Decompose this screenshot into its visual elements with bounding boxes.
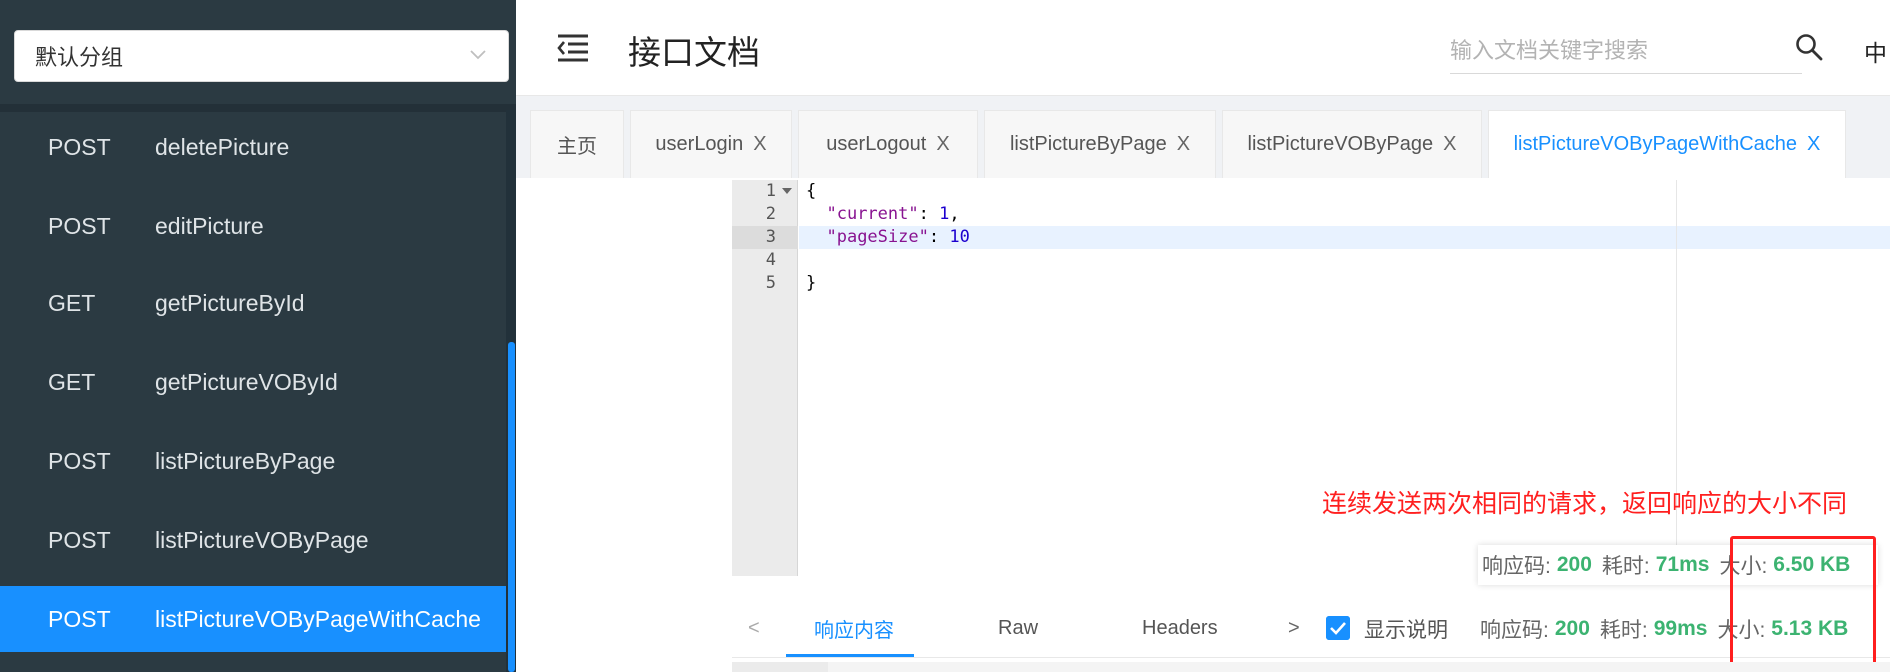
sidebar-item-editPicture[interactable]: POST editPicture [0,193,506,259]
sidebar-item-getPictureById[interactable]: GET getPictureById [0,270,506,336]
search-icon[interactable] [1794,32,1824,62]
tab-userLogout[interactable]: userLogout X [798,110,978,178]
close-icon[interactable]: X [936,133,949,156]
sidebar-scrollbar-thumb[interactable] [508,342,515,672]
show-description-checkbox[interactable] [1326,616,1350,640]
elapsed-time: 71ms [1655,553,1710,576]
http-method: POST [48,447,111,474]
tab-raw[interactable]: Raw [998,598,1038,658]
close-icon[interactable]: X [1443,133,1456,156]
tab-label: listPictureByPage [1009,133,1167,155]
code-line: } [806,273,817,293]
fold-arrow-icon [782,188,792,194]
line-number: 5 [765,273,776,293]
show-description-label: 显示说明 [1364,619,1448,642]
tab-label: userLogin [655,133,744,155]
language-switch[interactable]: 中 [1864,34,1887,68]
tab-bar-underline [732,657,1890,658]
http-method: GET [48,368,96,395]
http-method: POST [48,526,111,553]
response-tab-bar: < 响应内容 Raw Headers > 显示说明 响应码: 200 耗时: 99m… [732,598,1890,658]
sidebar-item-listPictureByPage[interactable]: POST listPictureByPage [0,428,506,494]
api-path: getPictureVOById [155,368,338,395]
editor-gutter: 1 2 3 4 5 [732,180,798,576]
tab-label: 主页 [557,136,597,158]
tab-listPictureByPage[interactable]: listPictureByPage X [984,110,1216,178]
tab-label: listPictureVOByPage [1247,133,1434,155]
sidebar-item-getPictureVOById[interactable]: GET getPictureVOById [0,349,506,415]
menu-fold-icon[interactable] [556,32,590,64]
sidebar-item-listPictureVOByPageWithCache[interactable]: POST listPictureVOByPageWithCache [0,586,506,652]
elapsed-time: 99ms [1653,617,1708,640]
http-method: POST [48,605,111,632]
search-input[interactable] [1450,28,1802,74]
sidebar-item-deletePicture[interactable]: POST deletePicture [0,114,506,180]
http-method: POST [48,133,111,160]
api-path: listPictureByPage [155,447,336,474]
http-method: GET [48,289,96,316]
sidebar: 默认分组 POST deletePicture POST editPicture… [0,0,516,672]
tab-userLogin[interactable]: userLogin X [630,110,792,178]
line-number: 4 [765,250,776,270]
line-number: 2 [765,204,776,224]
close-icon[interactable]: X [1807,133,1820,156]
response-gutter [732,662,828,672]
api-path: editPicture [155,212,264,239]
status-code: 200 [1556,553,1592,576]
tab-prev-button[interactable]: < [748,598,760,658]
tab-listPictureVOByPage[interactable]: listPictureVOByPage X [1222,110,1482,178]
api-path: listPictureVOByPage [155,526,369,553]
tab-label: userLogout [826,133,927,155]
tab-home[interactable]: 主页 [530,110,624,178]
doc-tabs: 主页 userLogin X userLogout X listPictureB… [516,102,1890,178]
api-path: getPictureById [155,289,305,316]
api-path: deletePicture [155,133,290,160]
close-icon[interactable]: X [1177,133,1190,156]
line-number: 1 [732,180,798,203]
group-select[interactable]: 默认分组 [14,30,509,82]
code-line: "current": 1, [826,204,960,224]
page-title: 接口文档 [628,34,760,71]
chevron-down-icon [470,50,486,60]
code-line: { [806,181,817,201]
tab-response-content[interactable]: 响应内容 [814,598,894,658]
code-line: "pageSize": 10 [826,227,970,247]
tab-headers[interactable]: Headers [1142,598,1218,658]
sidebar-divider [0,104,516,112]
highlight-box [1730,536,1876,670]
tab-next-button[interactable]: > [1288,598,1300,658]
tab-label: listPictureVOByPageWithCache [1513,133,1798,155]
group-select-value: 默认分组 [35,45,124,70]
response-editor [732,662,1890,672]
line-number: 3 [732,226,798,249]
annotation-note: 连续发送两次相同的请求，返回响应的大小不同 [1322,490,1848,518]
status-code: 200 [1554,617,1590,640]
header: 接口文档 中 [516,0,1890,96]
api-path: listPictureVOByPageWithCache [155,605,481,632]
tab-listPictureVOByPageWithCache[interactable]: listPictureVOByPageWithCache X [1488,110,1846,178]
sidebar-item-listPictureVOByPage[interactable]: POST listPictureVOByPage [0,507,506,573]
http-method: POST [48,212,111,239]
close-icon[interactable]: X [753,133,766,156]
